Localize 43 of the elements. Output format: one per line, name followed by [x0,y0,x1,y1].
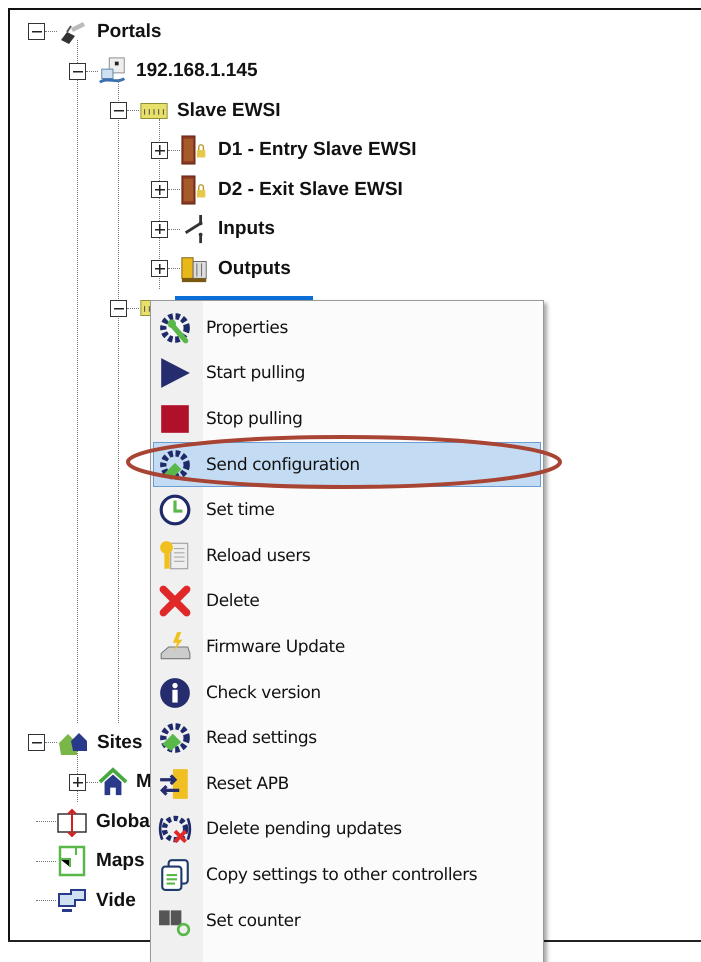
menu-item[interactable]: Reload users [153,532,541,579]
tree-item[interactable]: Sites [95,732,144,754]
menu-item[interactable]: Delete pending updates [153,806,541,852]
menu-item[interactable]: Reset APB [153,760,541,807]
expand-button[interactable] [151,260,168,278]
menu-item[interactable]: Stop pulling [153,396,541,442]
menu-item[interactable]: Read settings [153,715,541,761]
gear-wrench-icon [158,310,192,345]
menu-item[interactable]: Delete [153,578,541,624]
menu-item[interactable]: Properties [153,305,541,351]
tree-item[interactable]: Globa [94,810,152,833]
tree-item[interactable]: 192.168.1.145 [134,60,260,82]
menu-item[interactable]: Copy settings to other controllers [153,852,541,898]
tree-item[interactable]: Inputs [216,218,277,240]
collapse-button[interactable] [110,102,127,120]
expand-button[interactable] [151,220,168,238]
collapse-button[interactable] [28,23,45,40]
menu-item[interactable]: Set time [153,487,541,533]
clock-icon [158,493,192,528]
collapse-button[interactable] [28,734,45,752]
collapse-button[interactable] [69,62,86,80]
tree-item[interactable]: D2 - Exit Slave EWSI [216,178,405,201]
delete-icon [158,584,192,618]
tree-item[interactable]: Outputs [216,258,293,280]
documents-icon [158,858,192,892]
info-icon [158,676,192,710]
house-icon [98,767,128,798]
expand-button[interactable] [69,774,86,791]
menu-item[interactable]: Set counter [153,898,541,944]
menu-item[interactable]: Start pulling [153,350,541,396]
menu-item[interactable]: Check version [153,670,541,716]
tree-item[interactable]: D1 - Entry Slave EWSI [216,139,419,162]
tree-item[interactable]: Portals [95,20,164,43]
tree-item[interactable]: Vide [94,890,138,912]
expand-button[interactable] [151,142,168,159]
tree-item[interactable]: Slave EWSI [175,100,282,122]
floor-plan-icon [56,845,88,878]
computer-icon [98,56,128,86]
collapse-button[interactable] [110,300,127,317]
expand-button[interactable] [151,181,168,198]
menu-item[interactable]: Firmware Update [153,624,541,670]
tree-item[interactable]: Maps [94,850,147,872]
play-icon [158,356,192,390]
